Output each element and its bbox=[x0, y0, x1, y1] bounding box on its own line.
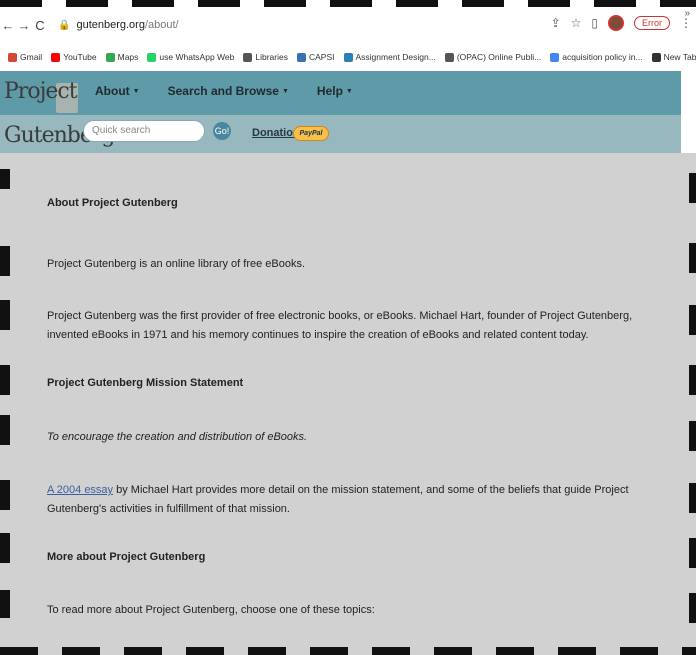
right-border-mark bbox=[689, 483, 696, 513]
left-border-mark bbox=[0, 300, 10, 330]
main-menu: About ▼ Search and Browse ▼ Help ▼ bbox=[95, 84, 353, 98]
bookmarks-bar: Gmail YouTube Maps use WhatsApp Web Librarie… bbox=[0, 43, 696, 71]
bookmark-favicon-icon bbox=[8, 52, 17, 62]
topics-intro: To read more about Project Gutenberg, ch… bbox=[47, 604, 375, 616]
main-content: About Project Gutenberg Project Gutenber… bbox=[0, 153, 696, 655]
bookmark-item[interactable]: Gmail bbox=[8, 52, 42, 62]
left-border-mark bbox=[0, 533, 10, 563]
bookmark-favicon-icon bbox=[444, 52, 454, 62]
lock-icon[interactable]: 🔒 bbox=[58, 20, 70, 31]
paypal-button[interactable]: PayPal bbox=[293, 126, 329, 141]
site-logo[interactable]: Project Gutenberg bbox=[4, 73, 115, 155]
menu-help[interactable]: Help ▼ bbox=[317, 84, 353, 98]
menu-search-and-browse[interactable]: Search and Browse ▼ bbox=[168, 84, 289, 98]
bookmark-item[interactable]: New Tab bbox=[651, 52, 696, 62]
history-paragraph: Project Gutenberg was the first provider… bbox=[47, 310, 633, 341]
caret-down-icon: ▼ bbox=[281, 88, 289, 95]
forward-icon[interactable]: → bbox=[16, 18, 32, 33]
quick-search-input[interactable]: Quick search bbox=[83, 120, 205, 142]
bookmark-item[interactable]: Assignment Design... bbox=[343, 52, 436, 62]
essay-link[interactable]: A 2004 essay bbox=[47, 484, 113, 496]
bookmark-favicon-icon bbox=[147, 52, 157, 62]
right-border-mark bbox=[689, 365, 696, 395]
bookmark-favicon-icon bbox=[105, 52, 115, 62]
bookmark-favicon-icon bbox=[550, 52, 560, 62]
bookmark-star-icon[interactable]: ☆ bbox=[571, 16, 582, 30]
intro-paragraph: Project Gutenberg is an online library o… bbox=[47, 258, 306, 270]
back-icon[interactable]: ← bbox=[0, 18, 16, 33]
left-border-mark bbox=[0, 169, 10, 189]
address-bar[interactable]: gutenberg.org/about/ bbox=[76, 19, 178, 31]
bottom-border bbox=[0, 647, 696, 655]
bookmark-item[interactable]: Libraries bbox=[243, 52, 288, 62]
left-border-mark bbox=[0, 365, 10, 395]
right-border-mark bbox=[689, 421, 696, 451]
menu-about[interactable]: About ▼ bbox=[95, 84, 140, 98]
bookmark-item[interactable]: CAPSI bbox=[296, 52, 335, 62]
mission-statement: To encourage the creation and distributi… bbox=[47, 431, 308, 443]
browser-toolbar: ← → C 🔒 gutenberg.org/about/ ⇪ ☆ ▯ Error… bbox=[0, 7, 696, 43]
right-border-mark bbox=[689, 305, 696, 335]
bookmark-favicon-icon bbox=[243, 52, 253, 62]
bookmarks-overflow-icon[interactable]: » bbox=[684, 8, 690, 19]
caret-down-icon: ▼ bbox=[132, 88, 140, 95]
left-border-mark bbox=[0, 246, 10, 276]
bookmark-item[interactable]: acquisition policy in... bbox=[550, 52, 643, 62]
right-border-mark bbox=[689, 173, 696, 203]
left-border-mark bbox=[0, 590, 10, 618]
left-border-mark bbox=[0, 480, 10, 510]
bookmark-item[interactable]: use WhatsApp Web bbox=[147, 52, 234, 62]
bookmark-item[interactable]: (OPAC) Online Publi... bbox=[444, 52, 541, 62]
top-border bbox=[0, 0, 696, 7]
right-border-mark bbox=[689, 593, 696, 623]
bookmark-item[interactable]: YouTube bbox=[51, 52, 97, 62]
right-border-mark bbox=[689, 243, 696, 273]
bookmark-favicon-icon bbox=[51, 52, 61, 62]
left-border-mark bbox=[0, 415, 10, 445]
more-about-heading: More about Project Gutenberg bbox=[47, 551, 206, 563]
essay-paragraph: A 2004 essay by Michael Hart provides mo… bbox=[47, 484, 629, 515]
share-icon[interactable]: ⇪ bbox=[551, 16, 561, 30]
error-button[interactable]: Error bbox=[634, 16, 670, 30]
go-button[interactable]: Go! bbox=[213, 122, 231, 140]
bookmark-item[interactable]: Maps bbox=[105, 52, 138, 62]
bookmark-favicon-icon bbox=[343, 52, 353, 62]
reload-icon[interactable]: C bbox=[32, 18, 48, 33]
right-border-mark bbox=[689, 538, 696, 568]
page-title: About Project Gutenberg bbox=[47, 197, 178, 209]
bookmark-favicon-icon bbox=[651, 52, 661, 62]
caret-down-icon: ▼ bbox=[345, 88, 353, 95]
mission-heading: Project Gutenberg Mission Statement bbox=[47, 377, 244, 389]
bookmark-favicon-icon bbox=[296, 52, 306, 62]
avatar[interactable] bbox=[608, 15, 624, 31]
sidepanel-icon[interactable]: ▯ bbox=[591, 16, 598, 30]
